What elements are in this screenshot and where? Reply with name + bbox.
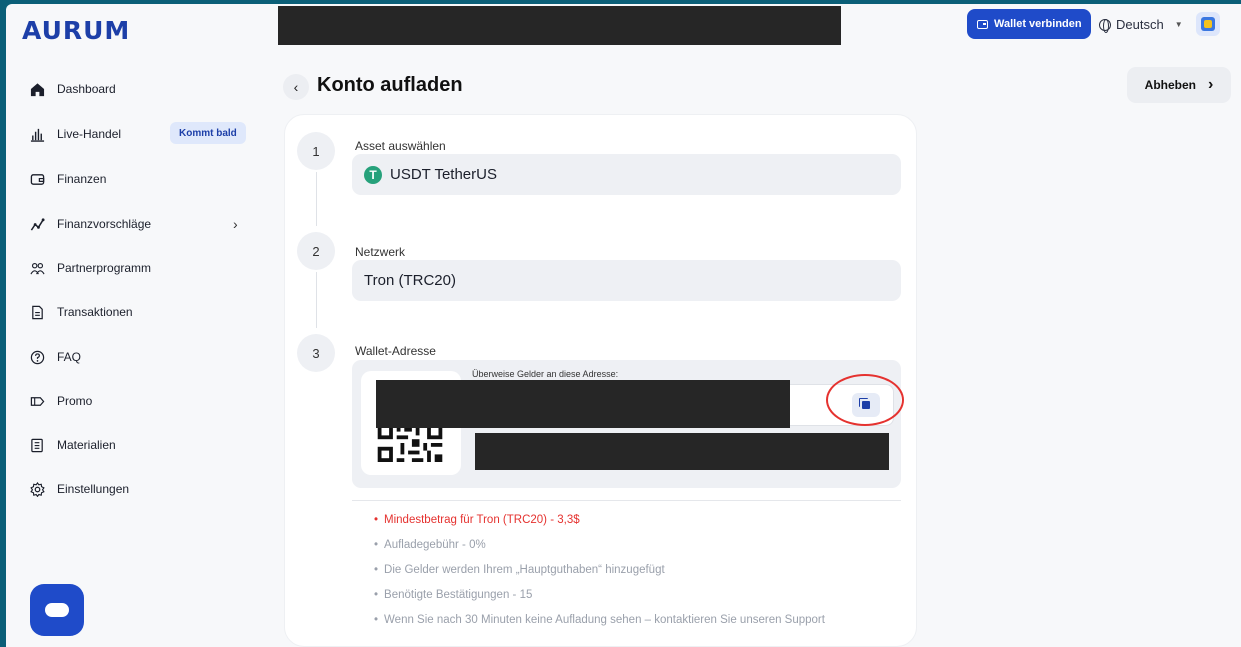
- withdraw-button[interactable]: Abheben ›: [1127, 67, 1231, 103]
- sidebar-item-transaktionen[interactable]: Transaktionen: [28, 300, 248, 324]
- chevron-right-icon: ›: [233, 216, 238, 232]
- sidebar-item-label: Transaktionen: [57, 305, 133, 319]
- step-number-2: 2: [297, 232, 335, 270]
- step-connector: [316, 172, 317, 226]
- document-icon: [28, 303, 46, 321]
- sidebar-item-partnerprogramm[interactable]: Partnerprogramm: [28, 256, 248, 280]
- step-label-network: Netzwerk: [355, 245, 406, 259]
- divider: [352, 500, 901, 501]
- chart-bars-icon: [28, 125, 46, 143]
- chevron-right-icon: ›: [1208, 76, 1214, 93]
- avatar-icon: [1201, 17, 1215, 31]
- chevron-left-icon: ‹: [293, 79, 299, 95]
- redacted-header-area: [278, 6, 841, 45]
- app-window: AURUM Wallet verbinden Deutsch ▼ Dashboa…: [6, 4, 1241, 647]
- sidebar-item-live-handel[interactable]: Live-Handel Kommt bald: [28, 122, 248, 146]
- home-icon: [28, 80, 46, 98]
- connect-wallet-label: Wallet verbinden: [994, 18, 1082, 30]
- wallet-icon: [28, 170, 46, 188]
- question-icon: [28, 348, 46, 366]
- gear-icon: [28, 480, 46, 498]
- redacted-address-extra: [475, 433, 889, 470]
- sidebar-item-label: Promo: [57, 394, 93, 408]
- asset-select[interactable]: T USDT TetherUS: [352, 154, 901, 195]
- qr-code: [377, 424, 443, 462]
- people-icon: [28, 259, 46, 277]
- connect-wallet-button[interactable]: Wallet verbinden: [967, 9, 1091, 39]
- sidebar-item-label: Einstellungen: [57, 482, 130, 496]
- sidebar-item-einstellungen[interactable]: Einstellungen: [28, 477, 248, 501]
- annotation-circle: [826, 374, 904, 426]
- step-number-3: 3: [297, 334, 335, 372]
- promo-icon: [28, 392, 46, 410]
- sidebar-item-label: Finanzvorschläge: [57, 217, 152, 231]
- sidebar-item-materialien[interactable]: Materialien: [28, 433, 248, 457]
- step-connector: [316, 272, 317, 328]
- asset-value: USDT TetherUS: [390, 166, 497, 183]
- step-number-1: 1: [297, 132, 335, 170]
- info-support: Wenn Sie nach 30 Minuten keine Aufladung…: [374, 614, 825, 626]
- sidebar-item-label: Materialien: [57, 438, 116, 452]
- language-selector[interactable]: Deutsch ▼: [1099, 17, 1183, 33]
- trend-icon: [28, 215, 46, 233]
- sidebar-item-finanzen[interactable]: Finanzen: [28, 167, 248, 191]
- address-instruction: Überweise Gelder an diese Adresse:: [472, 369, 619, 379]
- withdraw-label: Abheben: [1144, 78, 1196, 92]
- step-label-wallet: Wallet-Adresse: [355, 344, 436, 358]
- caret-down-icon: ▼: [1174, 20, 1183, 29]
- step-label-asset: Asset auswählen: [355, 139, 446, 153]
- sidebar-item-label: Dashboard: [57, 82, 116, 96]
- network-value: Tron (TRC20): [364, 272, 456, 289]
- sidebar-item-faq[interactable]: FAQ: [28, 345, 248, 369]
- sidebar-item-label: Partnerprogramm: [57, 261, 152, 275]
- coming-soon-badge: Kommt bald: [170, 122, 246, 144]
- language-label: Deutsch: [1116, 17, 1164, 32]
- tether-icon: T: [364, 165, 382, 184]
- sidebar-item-label: Live-Handel: [57, 127, 122, 141]
- aurum-logo[interactable]: AURUM: [22, 16, 130, 45]
- globe-icon: [1099, 18, 1111, 33]
- info-confirmations: Benötigte Bestätigungen - 15: [374, 589, 532, 601]
- info-minimum-amount: Mindestbetrag für Tron (TRC20) - 3,3$: [374, 514, 580, 526]
- sidebar-item-label: FAQ: [57, 350, 82, 364]
- page-title: Konto aufladen: [317, 74, 463, 96]
- chat-icon: [45, 603, 69, 617]
- info-fee: Aufladegebühr - 0%: [374, 539, 486, 551]
- sidebar-item-finanzvorschlaege[interactable]: Finanzvorschläge ›: [28, 212, 248, 236]
- avatar[interactable]: [1196, 12, 1220, 36]
- materials-icon: [28, 436, 46, 454]
- support-chat-button[interactable]: [30, 584, 84, 636]
- sidebar-item-promo[interactable]: Promo: [28, 389, 248, 413]
- network-select[interactable]: Tron (TRC20): [352, 260, 901, 301]
- sidebar-item-dashboard[interactable]: Dashboard: [28, 77, 248, 101]
- redacted-address: [376, 380, 790, 428]
- info-balance: Die Gelder werden Ihrem „Hauptguthaben“ …: [374, 564, 665, 576]
- wallet-icon: [977, 19, 988, 29]
- sidebar-item-label: Finanzen: [57, 172, 107, 186]
- back-button[interactable]: ‹: [283, 74, 309, 100]
